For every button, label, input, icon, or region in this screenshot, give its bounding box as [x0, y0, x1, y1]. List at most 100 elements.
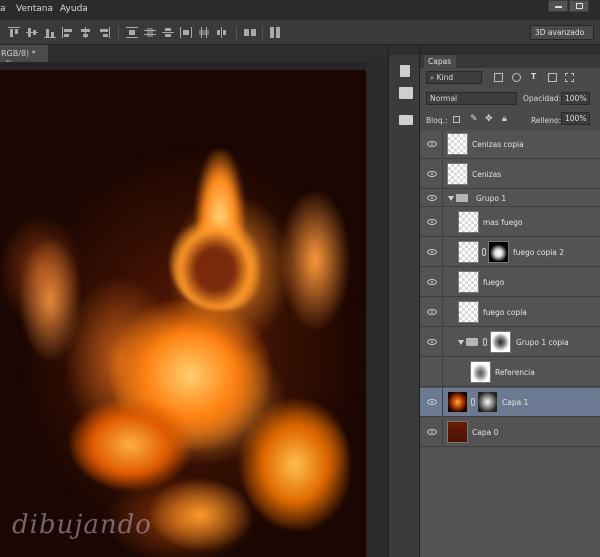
visibility-eye-icon[interactable]: [427, 171, 437, 177]
document-tab[interactable]: RGB/8) * ×: [0, 45, 48, 67]
visibility-eye-icon[interactable]: [427, 279, 437, 285]
group-mask-thumbnail[interactable]: [490, 331, 511, 353]
layer-name: mas fuego: [483, 218, 523, 227]
menu-bar: a Ventana Ayuda: [0, 0, 600, 20]
align-right-icon[interactable]: [98, 27, 110, 38]
distribute-left-icon[interactable]: [180, 27, 192, 38]
canvas-image[interactable]: dibujando: [0, 70, 366, 557]
layer-thumbnail: [458, 211, 479, 233]
brush-preset-icon[interactable]: [400, 65, 410, 77]
distribute-vcenter-icon[interactable]: [144, 27, 156, 38]
visibility-eye-icon[interactable]: [427, 339, 437, 345]
expand-triangle-icon[interactable]: [458, 340, 464, 345]
visibility-eye-icon[interactable]: [427, 249, 437, 255]
search-icon: ⌕: [430, 73, 437, 82]
document-tab-title: RGB/8) *: [1, 49, 36, 58]
group-row[interactable]: Grupo 1: [420, 190, 600, 207]
opacity-input[interactable]: 100%: [561, 92, 590, 105]
layer-name: fuego copia: [483, 308, 527, 317]
lock-position-icon[interactable]: ✥: [485, 114, 493, 124]
layer-thumbnail: [470, 361, 491, 383]
options-bar: [0, 20, 600, 45]
layer-row[interactable]: Cenizas copia: [420, 130, 600, 159]
menu-item-partial[interactable]: a: [0, 4, 6, 14]
visibility-eye-icon[interactable]: [427, 141, 437, 147]
panel-tool-strip: [388, 45, 420, 557]
lock-all-icon[interactable]: 🔒︎: [502, 114, 507, 124]
group-name: Grupo 1 copia: [516, 338, 569, 347]
link-chain-icon[interactable]: [483, 338, 487, 346]
layer-row[interactable]: Capa 0: [420, 418, 600, 447]
distribute-hcenter-icon[interactable]: [198, 27, 210, 38]
layer-name: Referencia: [495, 368, 535, 377]
layer-thumbnail: [447, 421, 468, 443]
menu-item-window[interactable]: Ventana: [16, 4, 53, 14]
layer-row[interactable]: Cenizas: [420, 160, 600, 189]
blend-mode-select[interactable]: Normal: [426, 92, 517, 105]
group-row[interactable]: Grupo 1 copia: [420, 328, 600, 357]
visibility-eye-icon[interactable]: [427, 195, 437, 201]
expand-triangle-icon[interactable]: [448, 196, 454, 201]
layer-name: fuego copia 2: [513, 248, 565, 257]
link-chain-icon[interactable]: [482, 248, 486, 256]
filter-shape-icon[interactable]: [548, 73, 557, 82]
layer-name: Cenizas copia: [472, 140, 524, 149]
layer-row[interactable]: fuego copia 2: [420, 238, 600, 267]
filter-pixel-icon[interactable]: [494, 73, 503, 82]
layer-thumbnail: [447, 391, 468, 413]
visibility-eye-icon[interactable]: [427, 429, 437, 435]
fill-input[interactable]: 100%: [561, 112, 590, 125]
clone-source-icon[interactable]: [399, 87, 413, 99]
visibility-eye-icon[interactable]: [427, 309, 437, 315]
tab-layers[interactable]: Capas: [424, 55, 456, 68]
properties-icon[interactable]: [399, 115, 413, 125]
filter-smart-object-icon[interactable]: [565, 73, 574, 82]
link-chain-icon[interactable]: [471, 398, 475, 406]
layer-row-selected[interactable]: Capa 1: [420, 388, 600, 417]
align-left-icon[interactable]: [62, 27, 74, 38]
filter-kind-value: Kind: [436, 73, 454, 82]
layer-thumbnail: [447, 163, 468, 185]
minimize-button[interactable]: [548, 0, 568, 12]
layer-thumbnail: [458, 301, 479, 323]
restore-button[interactable]: [569, 0, 589, 12]
lock-label: Bloq.:: [426, 116, 448, 125]
document-tab-bar: [0, 45, 388, 62]
align-vcenter-icon[interactable]: [26, 27, 38, 38]
3d-mode-icon[interactable]: [270, 27, 282, 38]
filter-type-icon[interactable]: T: [531, 72, 536, 81]
workspace-select[interactable]: 3D avanzado: [530, 25, 594, 40]
align-hcenter-icon[interactable]: [80, 27, 92, 38]
layer-row[interactable]: fuego: [420, 268, 600, 297]
layer-name: Capa 0: [472, 428, 499, 437]
visibility-eye-icon[interactable]: [427, 219, 437, 225]
lock-transparency-icon[interactable]: [453, 116, 460, 123]
folder-icon: [466, 338, 478, 346]
layer-row[interactable]: mas fuego: [420, 208, 600, 237]
layers-panel: Capas ⌕ Kind T Normal Opacidad: 100% Blo…: [420, 45, 600, 557]
layer-mask-thumbnail[interactable]: [488, 241, 509, 263]
canvas-area: dibujando: [0, 62, 388, 557]
visibility-eye-icon[interactable]: [427, 399, 437, 405]
lock-pixels-icon[interactable]: ✎: [470, 114, 478, 124]
filter-adjustment-icon[interactable]: [512, 73, 521, 82]
filter-kind-select[interactable]: ⌕ Kind: [426, 71, 482, 84]
align-top-icon[interactable]: [8, 27, 20, 38]
watermark: dibujando: [12, 510, 152, 540]
layer-row[interactable]: Referencia: [420, 358, 600, 387]
distribute-bottom-icon[interactable]: [162, 27, 174, 38]
layer-name: Capa 1: [502, 398, 529, 407]
opacity-label: Opacidad:: [523, 94, 562, 103]
layer-mask-thumbnail[interactable]: [477, 391, 498, 413]
align-bottom-icon[interactable]: [44, 27, 56, 38]
auto-align-icon[interactable]: [244, 27, 256, 38]
distribute-right-icon[interactable]: [216, 27, 228, 38]
canvas-scrollbar[interactable]: [366, 62, 388, 557]
layers-list: Cenizas copia Cenizas Grupo 1 mas fuego: [420, 130, 600, 557]
layer-name: Cenizas: [472, 170, 502, 179]
folder-icon: [456, 194, 468, 202]
distribute-top-icon[interactable]: [126, 27, 138, 38]
menu-item-help[interactable]: Ayuda: [60, 4, 88, 14]
layer-row[interactable]: fuego copia: [420, 298, 600, 327]
layer-name: fuego: [483, 278, 505, 287]
